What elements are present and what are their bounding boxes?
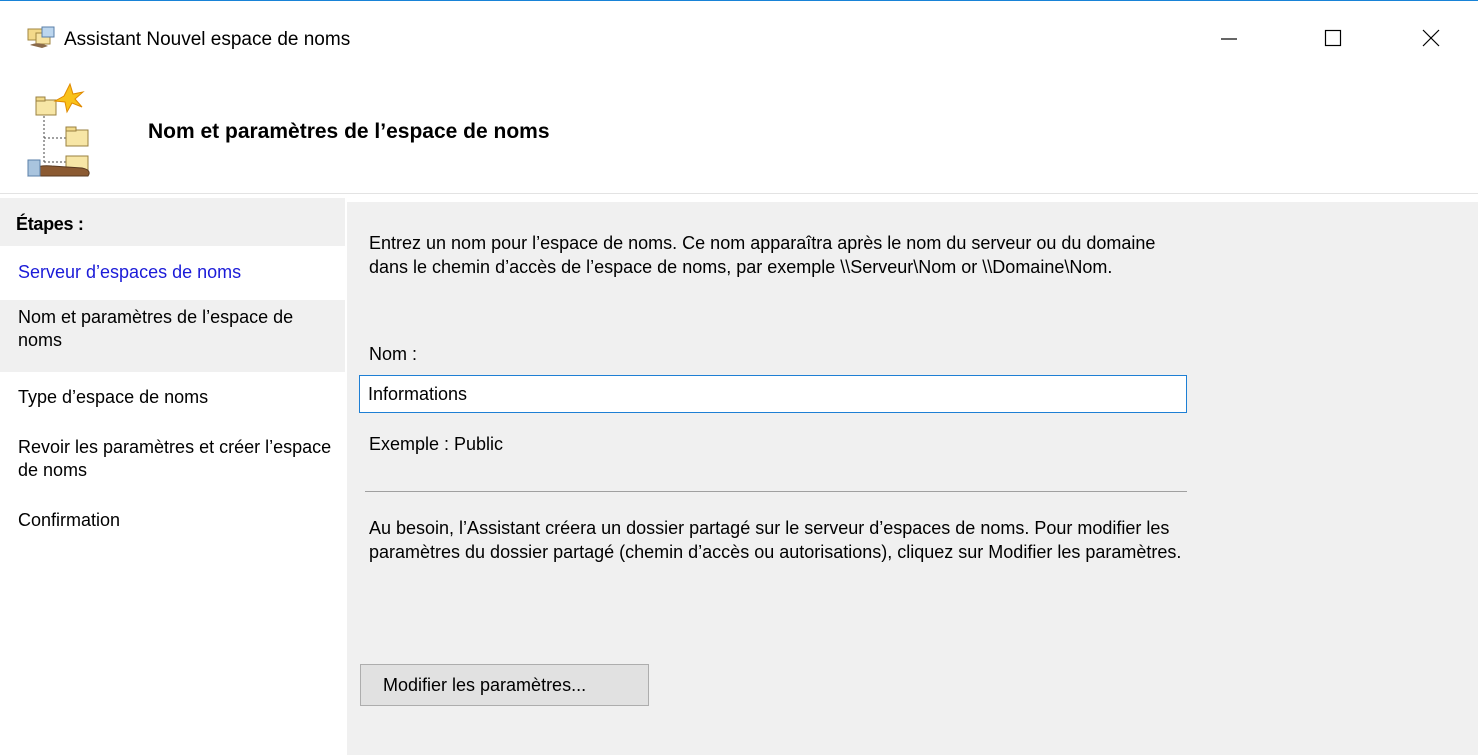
step-label: Revoir les paramètres et créer l’espace … <box>18 437 332 480</box>
window-title: Assistant Nouvel espace de noms <box>64 29 351 50</box>
namespace-name-input[interactable] <box>359 375 1187 413</box>
separator <box>365 491 1187 492</box>
minimize-button[interactable] <box>1206 15 1252 61</box>
modify-settings-button[interactable]: Modifier les paramètres... <box>360 664 649 706</box>
close-button[interactable] <box>1408 15 1454 61</box>
wizard-header: Nom et paramètres de l’espace de noms <box>0 62 1478 194</box>
title-bar[interactable]: Assistant Nouvel espace de noms <box>0 1 1478 61</box>
step-label[interactable]: Serveur d’espaces de noms <box>0 261 345 284</box>
step-nom-parametres: Nom et paramètres de l’espace de noms <box>0 300 345 372</box>
step-serveur[interactable]: Serveur d’espaces de noms <box>0 261 345 284</box>
step-revoir: Revoir les paramètres et créer l’espace … <box>0 436 345 482</box>
maximize-icon <box>1324 29 1342 47</box>
steps-heading: Étapes : <box>0 198 345 246</box>
name-label: Nom : <box>369 344 418 364</box>
page-title: Nom et paramètres de l’espace de noms <box>148 120 550 143</box>
content-panel: Entrez un nom pour l’espace de noms. Ce … <box>347 202 1478 755</box>
description-text: Entrez un nom pour l’espace de noms. Ce … <box>369 233 1156 277</box>
step-confirmation: Confirmation <box>0 509 345 532</box>
info-text: Au besoin, l’Assistant créera un dossier… <box>369 518 1182 562</box>
example-text: Exemple : Public <box>369 434 504 454</box>
minimize-icon <box>1221 38 1237 40</box>
step-label: Confirmation <box>18 510 121 530</box>
namespace-wizard-icon <box>27 26 55 48</box>
step-label: Type d’espace de noms <box>18 387 209 407</box>
namespace-tree-icon <box>27 82 90 177</box>
step-label: Nom et paramètres de l’espace de noms <box>18 307 294 350</box>
close-icon <box>1422 29 1440 47</box>
maximize-button[interactable] <box>1310 15 1356 61</box>
steps-panel: Étapes : Serveur d’espaces de noms Nom e… <box>0 194 345 755</box>
step-type: Type d’espace de noms <box>0 386 345 409</box>
steps-heading-label: Étapes : <box>16 214 84 234</box>
